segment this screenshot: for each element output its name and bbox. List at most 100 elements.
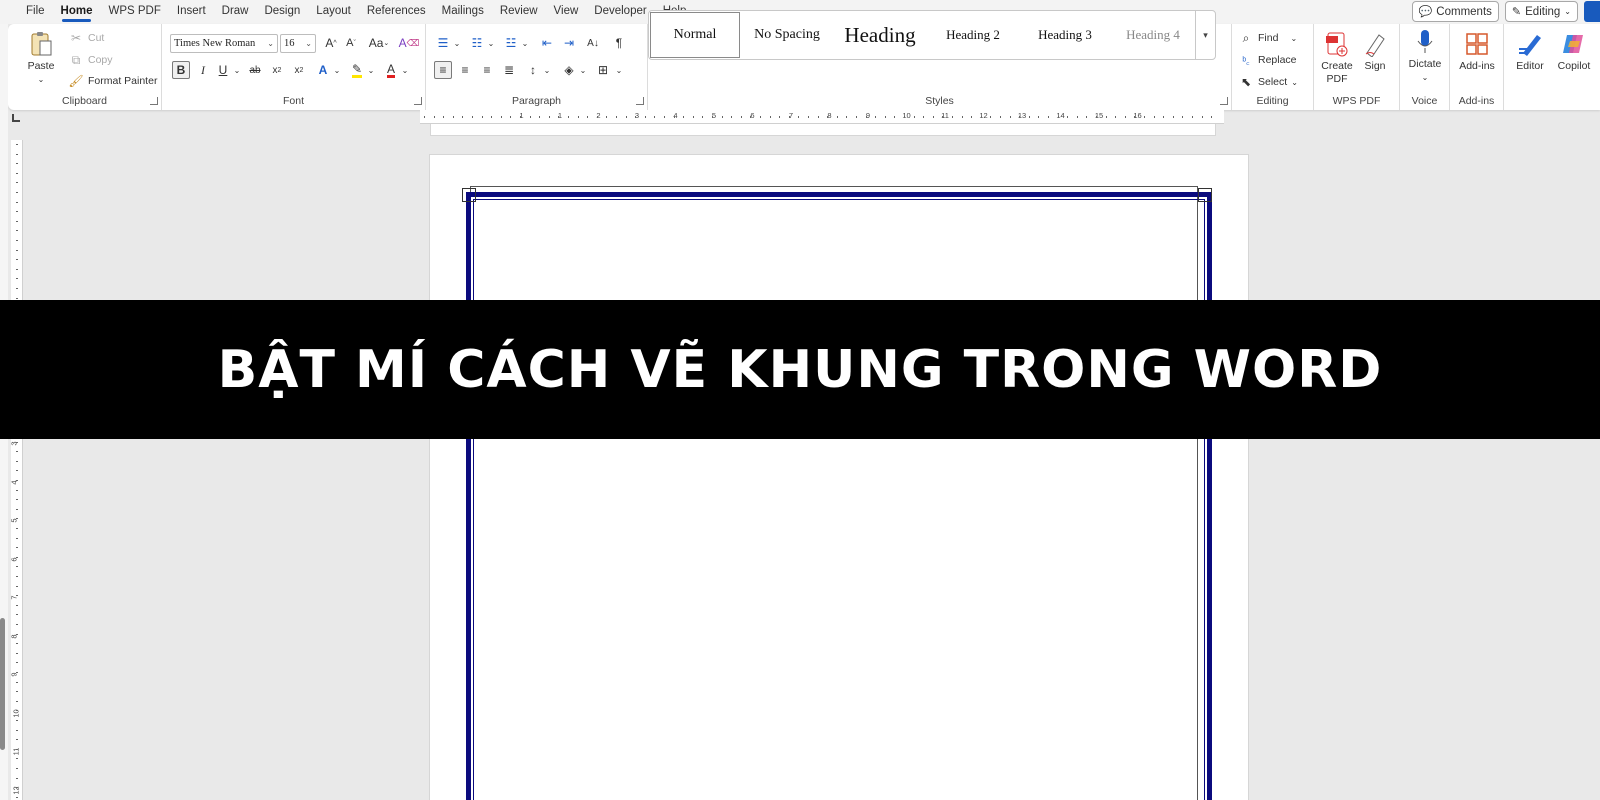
- ruler-tick: [16, 249, 18, 251]
- font-dialog-launcher[interactable]: [414, 97, 422, 105]
- ruler-tick: [1211, 116, 1213, 118]
- ruler-number: 9: [9, 672, 19, 677]
- replace-button[interactable]: ᵇ꜀ Replace: [1238, 52, 1296, 68]
- tab-view[interactable]: View: [546, 0, 587, 24]
- copy-icon: ⧉: [71, 52, 81, 67]
- tab-references[interactable]: References: [359, 0, 434, 24]
- chevron-down-icon[interactable]: ⌄: [328, 61, 346, 79]
- tab-design[interactable]: Design: [256, 0, 308, 24]
- tab-wps-pdf[interactable]: WPS PDF: [100, 0, 168, 24]
- ruler-tick: [875, 116, 877, 118]
- styles-dialog-launcher[interactable]: [1220, 97, 1228, 105]
- align-right-button[interactable]: ≡: [478, 61, 496, 79]
- ruler-tick: [16, 220, 18, 222]
- chevron-down-icon[interactable]: ⌄: [362, 61, 380, 79]
- ruler-tick: [558, 116, 560, 118]
- ruler-tick: [16, 230, 18, 232]
- chevron-down-icon[interactable]: ⌄: [538, 61, 556, 79]
- editor-button[interactable]: Editor: [1512, 30, 1548, 73]
- ruler-tick: [692, 116, 694, 118]
- paragraph-dialog-launcher[interactable]: [636, 97, 644, 105]
- editing-mode-button[interactable]: ✎ Editing ⌄: [1504, 1, 1578, 22]
- find-button[interactable]: ⌕ Find ⌄: [1238, 30, 1298, 46]
- tab-insert[interactable]: Insert: [169, 0, 214, 24]
- cursor-icon: ⬉: [1240, 75, 1252, 89]
- strikethrough-button[interactable]: ab: [246, 61, 264, 79]
- tab-home[interactable]: Home: [53, 0, 101, 24]
- copilot-button[interactable]: Copilot: [1554, 30, 1594, 73]
- ruler-tick: [16, 460, 18, 462]
- comments-button[interactable]: 💬 Comments: [1411, 1, 1499, 22]
- style-no-spacing[interactable]: No Spacing: [741, 12, 833, 58]
- cut-button[interactable]: ✂ Cut: [68, 30, 104, 46]
- scrollbar-thumb[interactable]: [0, 618, 5, 750]
- justify-button[interactable]: ≣: [500, 61, 518, 79]
- paste-button[interactable]: Paste ⌄: [20, 30, 62, 86]
- copy-button[interactable]: ⧉ Copy: [68, 52, 113, 68]
- tab-review[interactable]: Review: [492, 0, 546, 24]
- show-formatting-button[interactable]: ¶: [610, 34, 628, 52]
- clear-formatting-button[interactable]: A ⌫: [399, 34, 420, 52]
- corner-handle-left[interactable]: [462, 188, 476, 202]
- ruler-tick: [16, 480, 18, 481]
- font-size-value: 16: [284, 38, 295, 49]
- dictate-button[interactable]: Dictate ⌄: [1404, 28, 1446, 84]
- ruler-tick: [952, 116, 953, 118]
- align-left-button[interactable]: ≡: [434, 61, 452, 79]
- superscript-button[interactable]: x2: [290, 61, 308, 79]
- sort-button[interactable]: A↓: [584, 34, 602, 52]
- chevron-down-icon[interactable]: ⌄: [228, 61, 246, 79]
- tab-draw[interactable]: Draw: [214, 0, 257, 24]
- ruler-tick: [568, 116, 569, 118]
- style-normal[interactable]: Normal: [650, 12, 740, 58]
- ruler-tick: [16, 556, 18, 558]
- share-button[interactable]: [1584, 1, 1600, 22]
- ruler-tick: [16, 739, 18, 741]
- ruler-tick: [16, 624, 18, 625]
- chevron-down-icon[interactable]: ⌄: [574, 61, 592, 79]
- vertical-ruler[interactable]: 12345678910111213: [9, 140, 23, 800]
- chevron-down-icon[interactable]: ⌄: [396, 61, 414, 79]
- font-size-select[interactable]: 16 ⌄: [280, 34, 316, 53]
- ruler-tick: [1057, 116, 1059, 118]
- horizontal-ruler[interactable]: 1 1 2 3 4 5 6 7 8 9 10 11 12 13 14 15 16: [420, 110, 1224, 124]
- change-case-button[interactable]: Aa ⌄: [366, 34, 392, 52]
- clipboard-dialog-launcher[interactable]: [150, 97, 158, 105]
- grow-font-button[interactable]: A ^: [322, 34, 340, 52]
- tab-file[interactable]: File: [0, 0, 53, 24]
- addins-group: Add-ins Add-ins: [1450, 24, 1504, 110]
- italic-button[interactable]: I: [194, 61, 212, 79]
- shrink-font-button[interactable]: Aˇ: [342, 34, 360, 52]
- increase-indent-button[interactable]: ⇥: [560, 34, 578, 52]
- tab-mailings[interactable]: Mailings: [434, 0, 492, 24]
- ruler-tick: [16, 508, 18, 510]
- select-button[interactable]: ⬉ Select ⌄: [1238, 74, 1298, 90]
- gallery-more-button[interactable]: ▾: [1195, 11, 1215, 59]
- addins-button[interactable]: Add-ins: [1456, 30, 1498, 73]
- chevron-down-icon[interactable]: ⌄: [516, 34, 534, 52]
- tab-layout[interactable]: Layout: [308, 0, 359, 24]
- style-heading[interactable]: Heading: [833, 12, 927, 58]
- subscript-button[interactable]: x2: [268, 61, 286, 79]
- align-center-button[interactable]: ≡: [456, 61, 474, 79]
- ruler-tick: [913, 116, 915, 118]
- ruler-tick: [788, 116, 790, 118]
- format-painter-button[interactable]: 🖌 Format Painter: [68, 73, 157, 89]
- voice-group: Dictate ⌄ Voice: [1400, 24, 1450, 110]
- style-heading-4[interactable]: Heading 4: [1111, 12, 1195, 58]
- chevron-down-icon[interactable]: ⌄: [610, 61, 628, 79]
- wps-pdf-group-label: WPS PDF: [1332, 95, 1381, 107]
- corner-handle-right[interactable]: [1198, 188, 1212, 202]
- decrease-indent-button[interactable]: ⇤: [538, 34, 556, 52]
- chevron-down-icon[interactable]: ⌄: [482, 34, 500, 52]
- tab-developer[interactable]: Developer: [586, 0, 654, 24]
- tab-selector[interactable]: [12, 114, 20, 122]
- font-name-select[interactable]: Times New Roman ⌄: [170, 34, 278, 53]
- chevron-down-icon[interactable]: ⌄: [448, 34, 466, 52]
- ruler-tick: [712, 116, 713, 118]
- bold-button[interactable]: B: [172, 61, 190, 79]
- sign-button[interactable]: Sign: [1360, 30, 1390, 73]
- style-heading-2[interactable]: Heading 2: [927, 12, 1019, 58]
- style-heading-3[interactable]: Heading 3: [1019, 12, 1111, 58]
- create-pdf-button[interactable]: Create PDF: [1320, 30, 1354, 86]
